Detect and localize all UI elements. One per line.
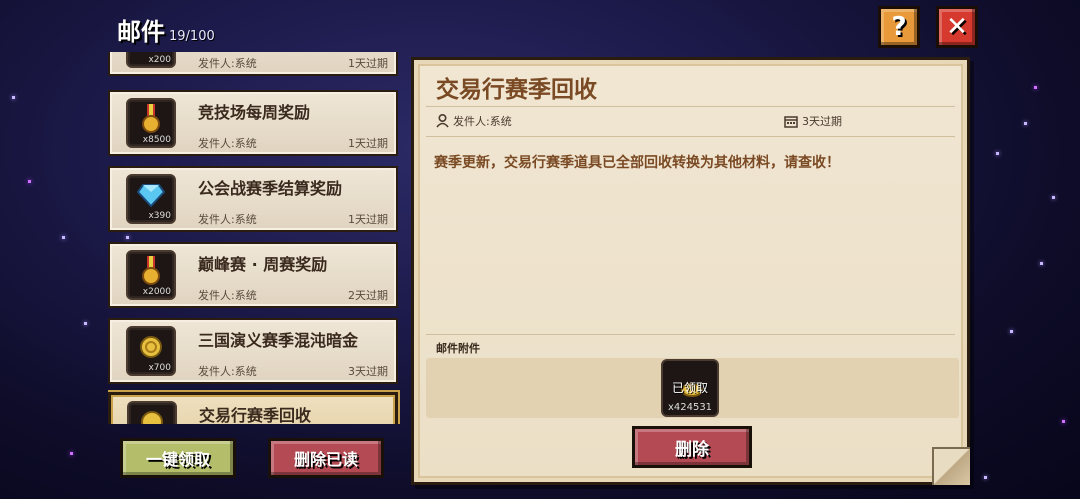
attachment-item[interactable]: 已领取 x424531 [661,359,719,417]
medal-icon: x8500 [126,98,176,148]
delete-button[interactable]: 删除 [632,426,752,468]
mail-item-title: 公会战赛季结算奖励 [198,179,343,198]
mail-item-expire: 2天过期 [348,289,388,302]
mail-detail-expire-text: 3天过期 [802,115,842,128]
mail-item-expire: 1天过期 [348,137,388,150]
question-icon: ? [891,12,907,42]
mail-detail-sender-text: 发件人:系统 [453,115,512,128]
medal-icon: x2000 [126,250,176,300]
coin-icon: x700 [126,326,176,376]
attachments-label: 邮件附件 [436,342,480,355]
mail-item-sender: 发件人:系统 [198,137,257,150]
close-icon: ✕ [946,12,968,42]
mail-item-title: 巅峰赛 · 周赛奖励 [198,255,328,274]
close-button[interactable]: ✕ [936,6,978,48]
mail-item-sender: 发件人:系统 [198,57,257,70]
mail-content: 赛季更新，交易行赛季道具已全部回收转换为其他材料，请查收！ [434,155,840,171]
page-title: 邮件 19/100 [117,12,215,47]
mail-item-expire: 1天过期 [348,57,388,70]
mail-list[interactable]: x200 发件人:系统 1天过期 x8500 竞技场每周奖励 发件人:系统 1天… [108,52,400,424]
mail-item[interactable]: x2000 巅峰赛 · 周赛奖励 发件人:系统 2天过期 [108,242,398,308]
mail-item-selected[interactable]: 交易行赛季回收 [108,392,398,424]
mail-item[interactable]: x200 发件人:系统 1天过期 [108,52,398,76]
divider [426,334,955,335]
mail-meta: 发件人:系统 3天过期 [436,113,945,131]
mail-item-sender: 发件人:系统 [198,213,257,226]
mail-item-expire: 3天过期 [348,365,388,378]
calendar-icon [784,115,798,128]
mail-title-label: 邮件 [117,18,165,46]
diamond-icon: x390 [126,174,176,224]
gem-purple-icon: x200 [126,52,176,68]
mail-item-qty: x700 [148,363,171,373]
help-button[interactable]: ? [878,6,920,48]
mail-item[interactable]: x8500 竞技场每周奖励 发件人:系统 1天过期 [108,90,398,156]
mail-detail-sender: 发件人:系统 [436,113,512,129]
mail-item-qty: x390 [148,211,171,221]
claim-all-button[interactable]: 一键领取 [120,438,236,478]
delete-read-button[interactable]: 删除已读 [268,438,384,478]
mail-item-sender: 发件人:系统 [198,365,257,378]
mail-item-title: 竞技场每周奖励 [198,103,311,122]
divider [426,106,955,107]
mail-item-qty: x200 [148,55,171,65]
user-icon [436,114,449,128]
mail-item-qty: x2000 [142,287,171,297]
mail-item-sender: 发件人:系统 [198,289,257,302]
mail-item-title: 三国演义赛季混沌暗金 [198,331,359,350]
mail-item-expire: 1天过期 [348,213,388,226]
mail-item-title: 交易行赛季回收 [199,406,312,424]
mail-item[interactable]: x390 公会战赛季结算奖励 发件人:系统 1天过期 [108,166,398,232]
divider [426,136,955,137]
mail-detail-panel: 交易行赛季回收 发件人:系统 3天过期 赛季更新，交易行赛季道具已全部回收转换为… [411,57,970,485]
mail-item[interactable]: x700 三国演义赛季混沌暗金 发件人:系统 3天过期 [108,318,398,384]
mail-count: 19/100 [169,29,215,44]
coin-icon [127,401,177,424]
page-fold [932,447,970,485]
mail-detail-title: 交易行赛季回收 [436,77,597,103]
attachment-qty: x424531 [667,402,713,413]
mail-item-qty: x8500 [142,135,171,145]
claimed-label: 已领取 [671,381,708,395]
mail-detail-expire: 3天过期 [784,113,842,129]
